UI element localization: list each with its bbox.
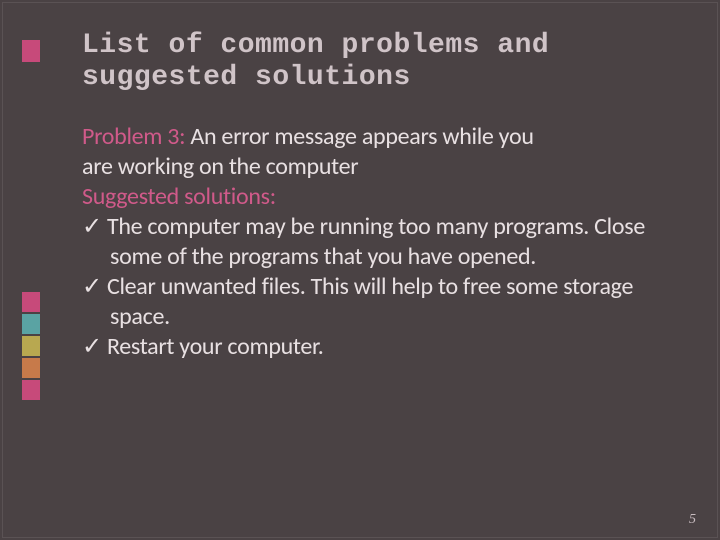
bullet-item: ✓ Clear unwanted files. This will help t… (82, 272, 680, 332)
bullet-item: ✓ Restart your computer. (82, 332, 680, 362)
bullet-item: ✓ The computer may be running too many p… (82, 212, 680, 272)
stripe-pink (22, 292, 40, 312)
slide-title: List of common problems and suggested so… (82, 30, 680, 94)
suggested-solutions-label: Suggested solutions: (82, 182, 680, 212)
checkmark-icon: ✓ (82, 333, 102, 360)
bullet-text: The computer may be running too many pro… (107, 212, 645, 271)
stripe-olive (22, 336, 40, 356)
checkmark-icon: ✓ (82, 213, 102, 240)
bullet-text: Restart your computer. (107, 332, 324, 361)
stripe-orange (22, 358, 40, 378)
problem-label: Problem 3: (82, 122, 185, 151)
problem-text-1: An error message appears while you (185, 122, 533, 151)
sidebar-accent-top (22, 40, 40, 66)
stripe-pink (22, 40, 40, 62)
sidebar-accent-lower (22, 292, 40, 402)
problem-line-1: Problem 3: An error message appears whil… (82, 122, 680, 152)
problem-line-2: are working on the computer (82, 152, 680, 182)
slide-body: Problem 3: An error message appears whil… (82, 122, 680, 362)
checkmark-icon: ✓ (82, 273, 102, 300)
slide-content: List of common problems and suggested so… (82, 30, 680, 362)
stripe-teal (22, 314, 40, 334)
page-number: 5 (689, 512, 696, 528)
stripe-pink (22, 380, 40, 400)
bullet-text: Clear unwanted files. This will help to … (107, 272, 633, 331)
